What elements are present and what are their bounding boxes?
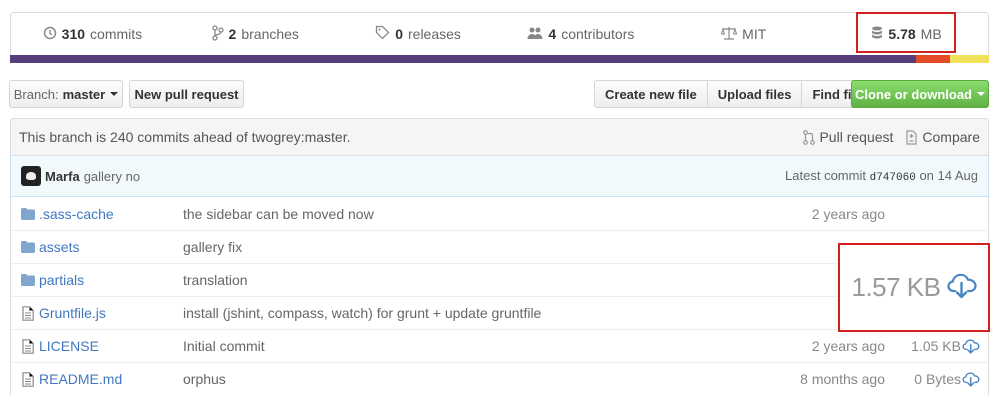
history-icon	[43, 26, 57, 43]
branches-link[interactable]: 2 branches	[174, 24, 337, 44]
folder-icon	[11, 241, 39, 253]
releases-count: 0	[395, 26, 403, 42]
branches-label: branches	[241, 26, 299, 42]
commit-meta: Latest commit d747060 on 14 Aug	[785, 168, 978, 184]
branch-select-button[interactable]: Branch: master	[9, 80, 123, 108]
branch-name: master	[62, 86, 106, 102]
releases-label: releases	[408, 26, 461, 42]
language-bar[interactable]	[10, 55, 989, 63]
file-icon	[11, 338, 39, 354]
new-pull-request-button[interactable]: New pull request	[129, 80, 244, 108]
latest-commit-prefix: Latest commit	[785, 168, 866, 183]
commit-message-link[interactable]: gallery fix	[183, 239, 743, 255]
people-icon	[527, 26, 543, 43]
commit-message[interactable]: gallery no	[84, 169, 140, 184]
size-zoom-callout: 1.57 KB	[838, 243, 990, 332]
pull-request-link[interactable]: Pull request	[803, 129, 893, 145]
compare-link[interactable]: Compare	[905, 129, 980, 145]
license-link[interactable]: MIT	[662, 26, 825, 43]
file-name-link[interactable]: partials	[39, 272, 183, 288]
cloud-download-icon[interactable]	[946, 273, 977, 302]
commit-sha[interactable]: d747060	[870, 172, 916, 184]
language-segment[interactable]	[10, 55, 916, 63]
diff-icon	[905, 129, 918, 145]
tag-icon	[375, 25, 390, 43]
file-size: 1.05 KB	[911, 338, 961, 354]
license-label: MIT	[742, 26, 767, 42]
branch-info-bar: This branch is 240 commits ahead of twog…	[10, 118, 989, 156]
table-row: LICENSE Initial commit 2 years ago 1.05 KB	[11, 329, 988, 362]
language-segment[interactable]	[915, 55, 950, 63]
git-pull-request-icon	[803, 129, 816, 145]
clone-or-download-button[interactable]: Clone or download	[851, 80, 989, 108]
file-size: 0 Bytes	[914, 371, 961, 387]
commit-message-link[interactable]: Initial commit	[183, 338, 743, 354]
pull-request-label: Pull request	[819, 129, 894, 145]
commit-message-link[interactable]: the sidebar can be moved now	[183, 206, 743, 222]
commits-link[interactable]: 310 commits	[11, 26, 174, 43]
size-unit: MB	[920, 26, 942, 42]
latest-commit-bar: Marfa gallery no Latest commit d747060 o…	[10, 156, 989, 197]
clone-or-download-label: Clone or download	[855, 86, 972, 102]
commit-date: on 14 Aug	[919, 168, 978, 183]
commits-label: commits	[90, 26, 143, 42]
cloud-download-icon[interactable]	[962, 339, 980, 357]
contributors-link[interactable]: 4 contributors	[499, 26, 662, 43]
folder-icon	[11, 274, 39, 286]
commit-message-link[interactable]: install (jshint, compass, watch) for gru…	[183, 305, 743, 321]
file-name-link[interactable]: assets	[39, 239, 183, 255]
commit-age: 2 years ago	[811, 205, 885, 222]
file-icon	[11, 305, 39, 321]
commit-author[interactable]: Marfa	[45, 169, 80, 184]
commit-age: 2 years ago	[811, 338, 885, 354]
caret-down-icon	[110, 92, 119, 96]
commit-age: 8 months ago	[800, 371, 885, 387]
commits-count: 310	[61, 26, 86, 42]
upload-files-button[interactable]: Upload files	[708, 81, 803, 107]
file-name-link[interactable]: .sass-cache	[39, 206, 183, 222]
file-name-link[interactable]: Gruntfile.js	[39, 305, 183, 321]
contributors-label: contributors	[561, 26, 635, 42]
branch-status-text: This branch is 240 commits ahead of twog…	[19, 129, 351, 145]
repo-summary: 310 commits 2 branches 0 releases 4 cont…	[10, 12, 989, 63]
caret-down-icon	[977, 92, 985, 96]
law-icon	[720, 26, 738, 43]
language-segment[interactable]	[949, 55, 989, 63]
new-pull-request-label: New pull request	[134, 86, 239, 102]
file-actions-group: Create new file Upload files Find file	[594, 80, 874, 108]
repo-size: 5.78 MB	[825, 26, 988, 43]
releases-link[interactable]: 0 releases	[337, 25, 500, 43]
database-icon	[871, 26, 883, 43]
zoomed-file-size: 1.57 KB	[851, 272, 941, 302]
file-name-link[interactable]: README.md	[39, 371, 183, 387]
size-value: 5.78	[888, 26, 916, 42]
compare-label: Compare	[922, 129, 980, 145]
commit-message-link[interactable]: orphus	[183, 371, 743, 387]
file-name-link[interactable]: LICENSE	[39, 338, 183, 354]
table-row: README.md orphus 8 months ago 0 Bytes	[11, 362, 988, 395]
avatar[interactable]	[21, 166, 41, 186]
contributors-count: 4	[548, 26, 557, 42]
folder-icon	[11, 207, 39, 220]
commit-message-link[interactable]: translation	[183, 272, 743, 288]
table-row: .sass-cache the sidebar can be moved now 2…	[11, 197, 988, 230]
branch-icon	[211, 24, 224, 44]
cloud-download-icon[interactable]	[962, 372, 980, 390]
branch-prefix: Branch:	[13, 86, 59, 102]
create-new-file-button[interactable]: Create new file	[595, 81, 708, 107]
file-icon	[11, 371, 39, 387]
branches-count: 2	[228, 26, 237, 42]
